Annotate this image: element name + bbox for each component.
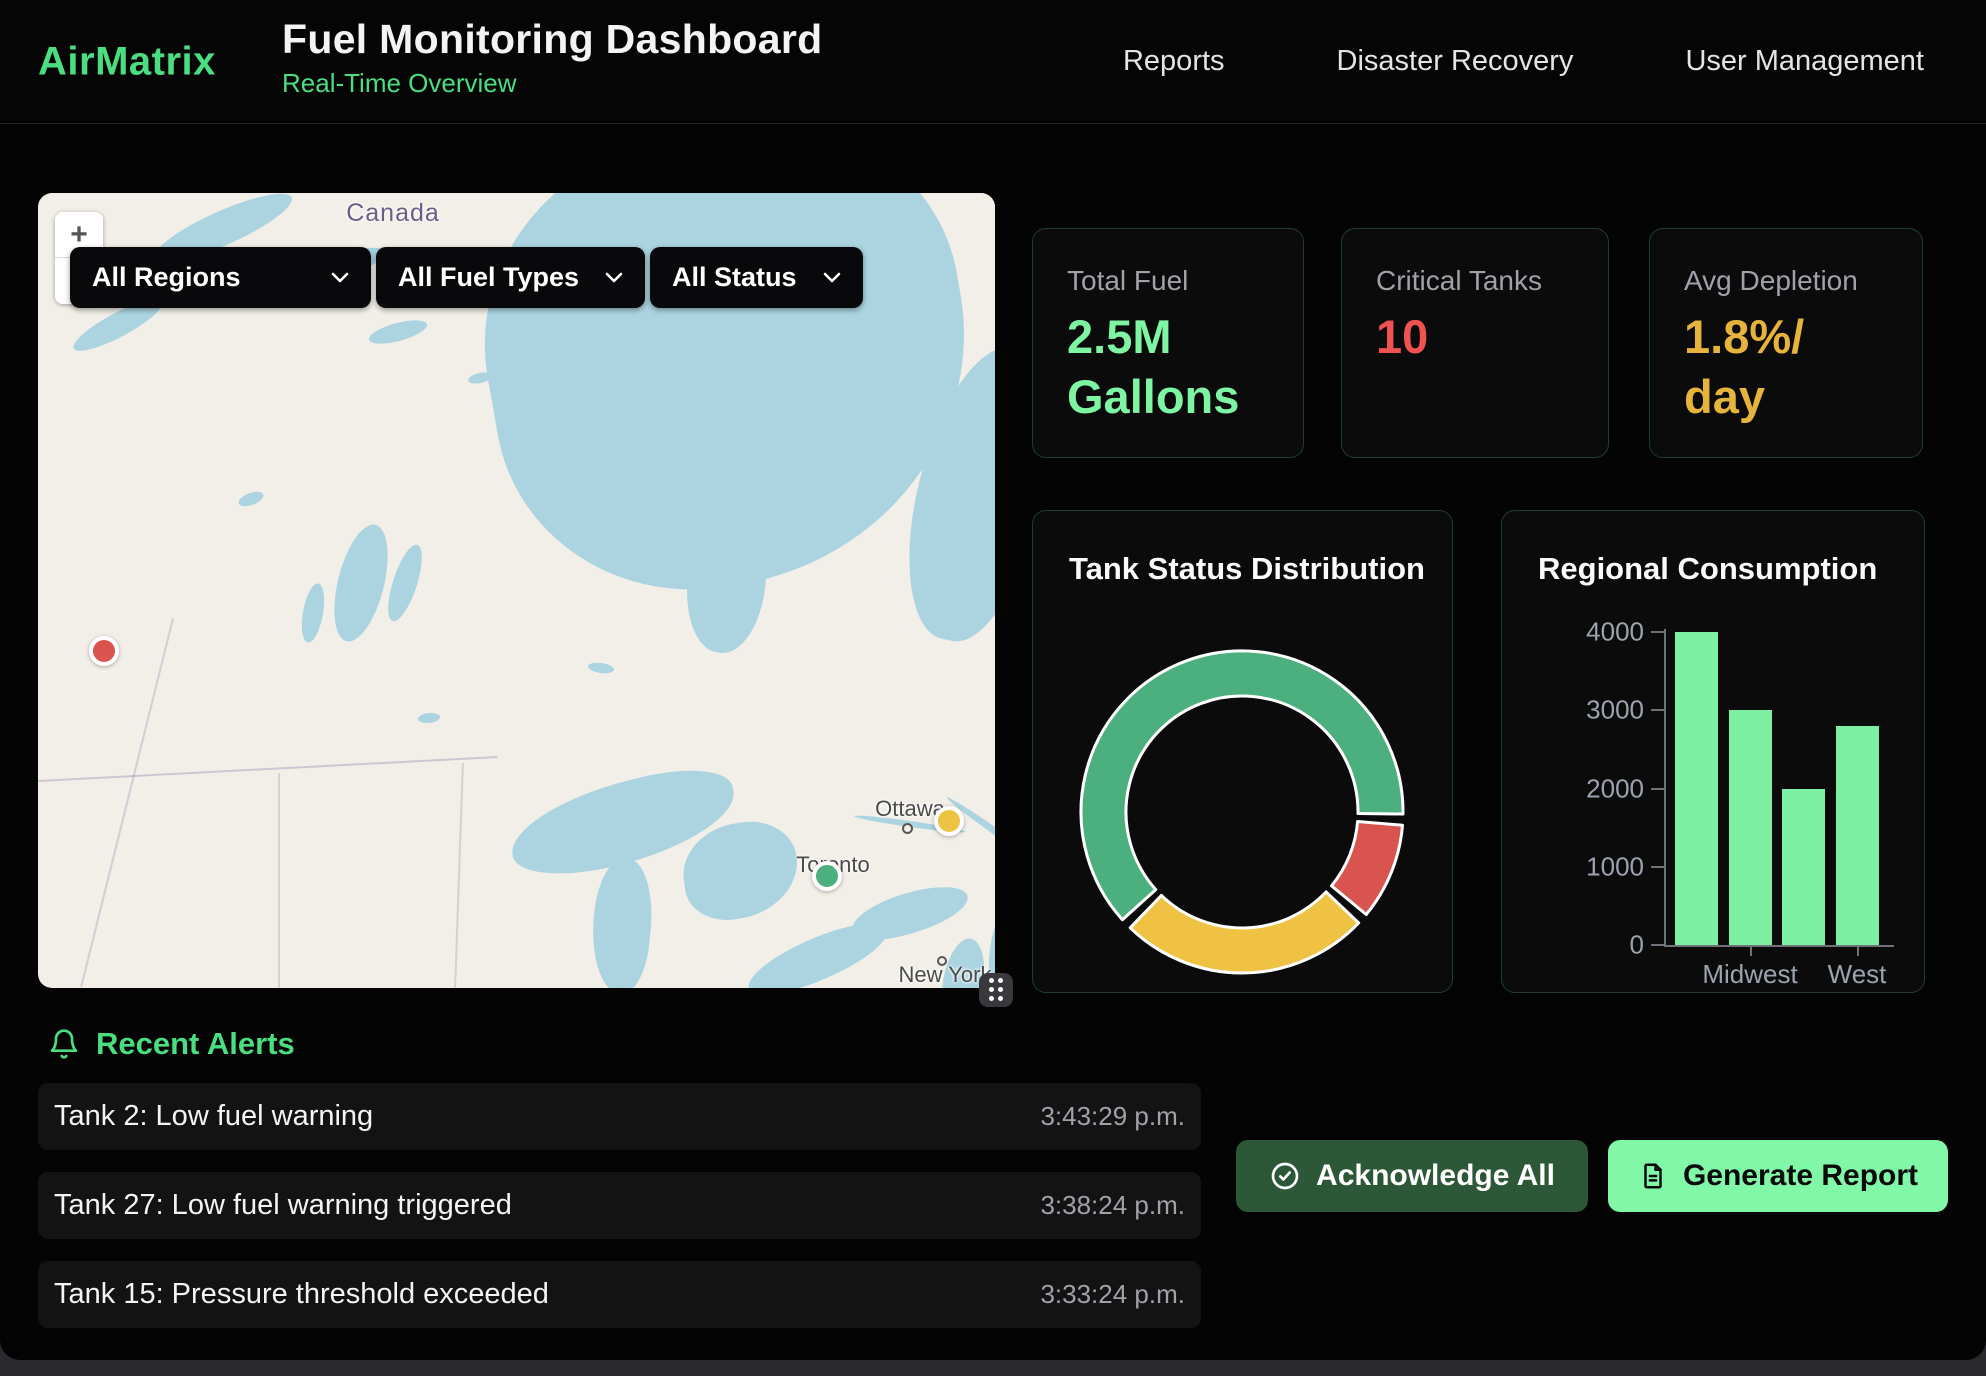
boundary-line [454,763,464,988]
title-block: Fuel Monitoring Dashboard Real-Time Over… [282,16,822,99]
tank-marker-warning[interactable] [934,806,964,836]
y-tick-label: 3000 [1532,695,1644,726]
y-tick-mark [1651,944,1664,946]
bar-region-4 [1836,726,1879,945]
stat-value: 10 [1376,307,1608,367]
chevron-down-icon [823,272,841,284]
stat-card-critical-tanks: Critical Tanks 10 [1341,228,1609,458]
x-tick-mark [1750,947,1752,956]
generate-report-label: Generate Report [1683,1159,1918,1193]
map-label-country: Canada [346,199,440,228]
nav-item-user-management[interactable]: User Management [1685,45,1924,78]
stat-card-avg-depletion: Avg Depletion 1.8%/day [1649,228,1923,458]
water-shape [586,855,658,988]
chevron-down-icon [331,272,349,284]
boundary-line [80,618,174,987]
bar-region-1 [1675,632,1718,945]
regional-consumption-bar-chart: 0 1000 2000 3000 4000 Midwest West [1502,511,1924,992]
water-shape [298,582,328,645]
alert-row: Tank 27: Low fuel warning triggered 3:38… [38,1172,1201,1239]
boundary-line [38,756,497,782]
page-subtitle: Real-Time Overview [282,68,822,99]
donut-segment-critical [1332,822,1403,915]
alert-list: Tank 2: Low fuel warning 3:43:29 p.m. Ta… [38,1083,1201,1328]
generate-report-button[interactable]: Generate Report [1608,1140,1948,1212]
y-tick-label: 4000 [1532,617,1644,648]
acknowledge-all-label: Acknowledge All [1316,1159,1555,1193]
y-tick-mark [1651,866,1664,868]
chevron-down-icon [605,272,623,284]
stat-card-total-fuel: Total Fuel 2.5MGallons [1032,228,1304,458]
bar-region-2 [1729,710,1772,945]
fuel-map[interactable]: Canada + − All Regions All Fuel Types Al… [38,193,995,988]
water-shape [741,911,896,988]
alert-time: 3:38:24 p.m. [1040,1190,1185,1221]
alert-row: Tank 2: Low fuel warning 3:43:29 p.m. [38,1083,1201,1150]
city-dot-ottawa [902,823,913,834]
water-shape [381,541,429,625]
brand-logo: AirMatrix [38,39,216,84]
tank-marker-normal[interactable] [812,861,842,891]
boundary-line [278,773,280,988]
region-filter-label: All Regions [92,262,241,293]
y-tick-label: 0 [1532,930,1644,961]
acknowledge-all-button[interactable]: Acknowledge All [1236,1140,1588,1212]
x-tick-label: Midwest [1702,959,1797,990]
recent-alerts-header: Recent Alerts [48,1026,295,1062]
fuel-type-filter-dropdown[interactable]: All Fuel Types [376,247,645,308]
stat-label: Avg Depletion [1684,265,1922,297]
header: AirMatrix Fuel Monitoring Dashboard Real… [0,0,1986,124]
nav-item-disaster-recovery[interactable]: Disaster Recovery [1337,45,1574,78]
water-shape [237,489,266,509]
tank-marker-critical[interactable] [89,636,119,666]
alert-text: Tank 27: Low fuel warning triggered [54,1189,512,1222]
status-filter-label: All Status [672,262,797,293]
city-dot-new-york [937,956,947,966]
alert-row: Tank 15: Pressure threshold exceeded 3:3… [38,1261,1201,1328]
regional-consumption-card: Regional Consumption 01000200030004000Mi… [1501,510,1925,993]
page: AirMatrix Fuel Monitoring Dashboard Real… [0,0,1986,1376]
map-filters: All Regions All Fuel Types All Status [70,247,863,308]
map-resize-handle[interactable] [979,973,1013,1007]
y-tick-label: 1000 [1532,851,1644,882]
x-axis [1664,945,1894,947]
check-circle-icon [1269,1160,1301,1192]
alert-time: 3:43:29 p.m. [1040,1101,1185,1132]
stat-label: Critical Tanks [1376,265,1608,297]
fuel-type-filter-label: All Fuel Types [398,262,579,293]
water-shape [587,661,614,675]
bell-icon [48,1028,80,1060]
x-tick-label: West [1828,959,1887,990]
tank-status-distribution-card: Tank Status Distribution [1032,510,1453,993]
y-tick-mark [1651,709,1664,711]
page-title: Fuel Monitoring Dashboard [282,16,822,63]
donut-segment-warning [1130,892,1359,973]
nav-item-reports[interactable]: Reports [1123,45,1225,78]
y-tick-mark [1651,788,1664,790]
y-tick-label: 2000 [1532,773,1644,804]
stat-value: 2.5MGallons [1067,307,1303,427]
chart-title: Tank Status Distribution [1069,551,1452,587]
region-filter-dropdown[interactable]: All Regions [70,247,371,308]
stat-label: Total Fuel [1067,265,1303,297]
y-axis [1664,629,1666,947]
water-shape [367,316,430,349]
tank-status-donut-chart [1062,632,1422,992]
alert-text: Tank 15: Pressure threshold exceeded [54,1278,549,1311]
x-tick-mark [1857,947,1859,956]
recent-alerts-title: Recent Alerts [96,1026,295,1062]
map-label-city-new-york: New York [899,962,992,988]
document-icon [1638,1161,1668,1191]
alert-text: Tank 2: Low fuel warning [54,1100,373,1133]
water-shape [418,712,441,724]
alert-time: 3:33:24 p.m. [1040,1279,1185,1310]
status-filter-dropdown[interactable]: All Status [650,247,863,308]
y-tick-mark [1651,631,1664,633]
bar-region-3 [1782,789,1825,946]
dashboard-window: AirMatrix Fuel Monitoring Dashboard Real… [0,0,1986,1360]
main-nav: Reports Disaster Recovery User Managemen… [1123,0,1924,123]
stat-value: 1.8%/day [1684,307,1922,427]
water-shape [324,519,398,647]
